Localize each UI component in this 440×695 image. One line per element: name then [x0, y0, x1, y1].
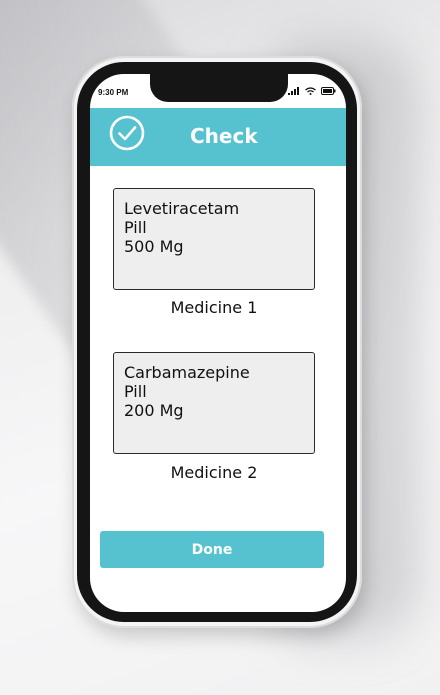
phone-bezel: 9:30 PM Check Levetiracetam Pill 500 Mg …	[77, 62, 357, 622]
check-circle-icon	[109, 115, 145, 151]
status-icons	[288, 87, 336, 95]
medicine-card-2[interactable]: Carbamazepine Pill 200 Mg	[113, 352, 315, 454]
medicine-label-2: Medicine 2	[170, 463, 258, 482]
status-time: 9:30 PM	[98, 88, 129, 97]
signal-icon	[288, 87, 299, 95]
medicine-card-1[interactable]: Levetiracetam Pill 500 Mg	[113, 188, 315, 290]
wifi-icon	[305, 87, 316, 95]
battery-icon	[321, 87, 336, 95]
app-header: Check	[90, 108, 346, 166]
medicine-dose: 500 Mg	[124, 237, 184, 256]
app-screen: 9:30 PM Check Levetiracetam Pill 500 Mg …	[90, 74, 346, 612]
page-title: Check	[190, 124, 258, 148]
medicine-label-1: Medicine 1	[170, 298, 258, 317]
medicine-form: Pill	[124, 218, 147, 237]
medicine-name: Carbamazepine	[124, 363, 250, 382]
medicine-dose: 200 Mg	[124, 401, 184, 420]
done-button[interactable]: Done	[100, 531, 324, 568]
phone-notch	[150, 74, 288, 102]
medicine-name: Levetiracetam	[124, 199, 240, 218]
phone-frame: 9:30 PM Check Levetiracetam Pill 500 Mg …	[72, 56, 362, 628]
medicine-form: Pill	[124, 382, 147, 401]
